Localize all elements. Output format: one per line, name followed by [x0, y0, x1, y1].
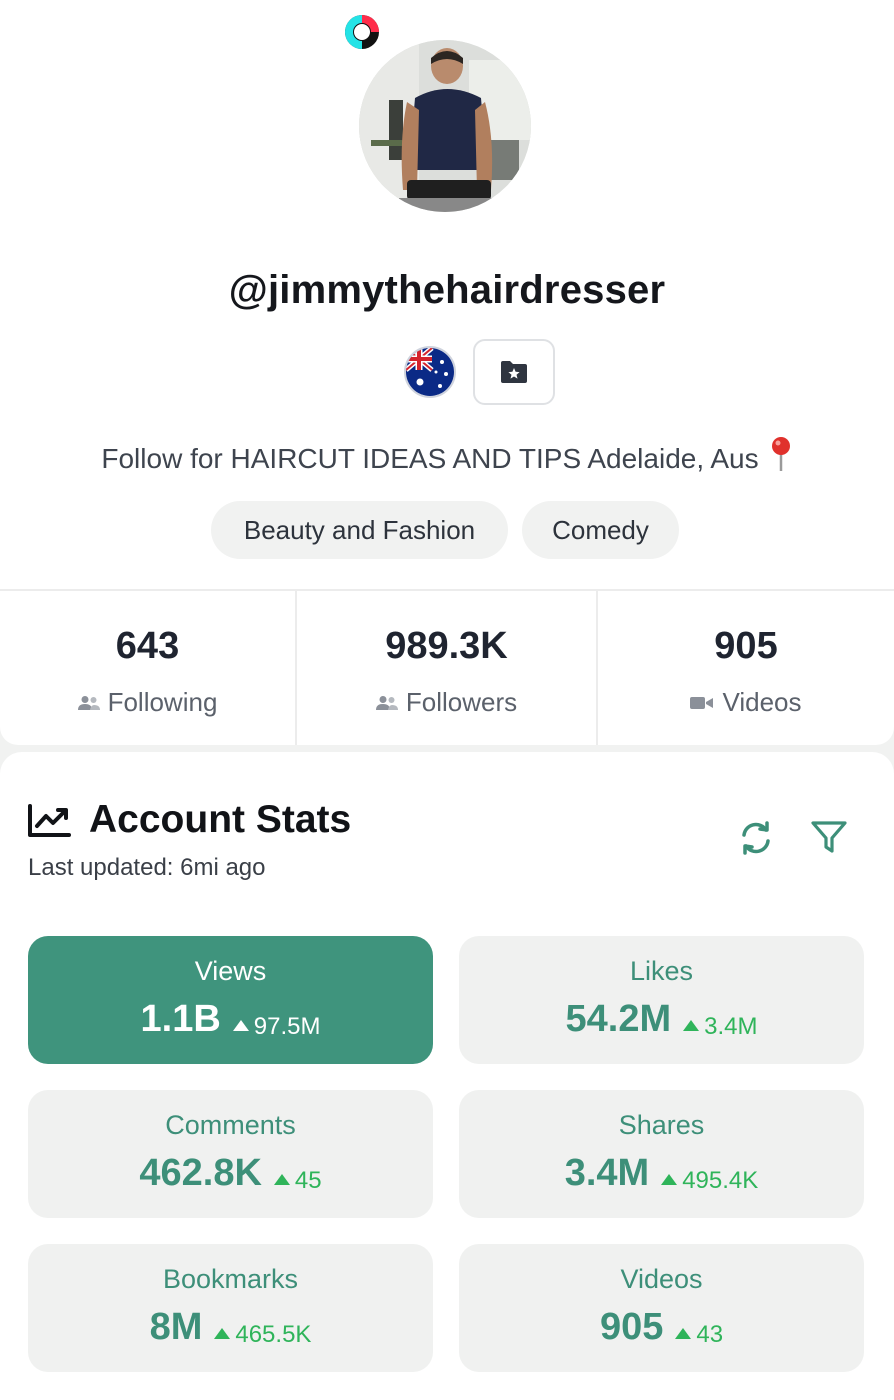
stat-tile-delta-value: 43 [696, 1320, 724, 1348]
stat-tile-bookmarks[interactable]: Bookmarks 8M 465.5K [28, 1244, 433, 1372]
videos-label: Videos [722, 687, 802, 717]
map-pin-icon [771, 437, 790, 471]
stat-tile-value: 8M [149, 1306, 203, 1348]
folder-star-icon [501, 361, 527, 383]
stat-tile-values: 462.8K 45 [28, 1152, 433, 1195]
stat-tile-value: 905 [599, 1306, 664, 1348]
stat-tile-shares[interactable]: Shares 3.4M 495.4K [459, 1090, 864, 1218]
stat-tile-delta-value: 45 [294, 1166, 322, 1194]
stat-tile-label: Likes [629, 956, 694, 986]
stat-tile-delta: 3.4M [683, 1013, 757, 1041]
increase-arrow-icon [273, 1174, 290, 1185]
stat-tile-delta-value: 3.4M [704, 1012, 758, 1040]
username: @jimmythehairdresser [228, 268, 666, 312]
australia-flag-icon [404, 346, 456, 398]
bio-text: Follow for HAIRCUT IDEAS AND TIPS Adelai… [101, 443, 759, 474]
people-icon [77, 695, 100, 710]
increase-arrow-icon [661, 1174, 678, 1185]
stat-tile-label: Views [194, 956, 267, 986]
following-label: Following [107, 687, 218, 717]
increase-arrow-icon [214, 1328, 231, 1339]
stat-tile-delta-value: 97.5M [253, 1012, 321, 1040]
stat-tile-values: 54.2M 3.4M [459, 998, 864, 1041]
videos-value: 905 [714, 625, 778, 667]
bio: Follow for HAIRCUT IDEAS AND TIPS Adelai… [0, 436, 894, 475]
account-stats-card: Account Stats Last updated: 6mi ago View… [0, 752, 894, 1400]
refresh-icon[interactable] [738, 820, 774, 856]
stat-tile-label: Bookmarks [162, 1264, 299, 1294]
followers-label: Followers [405, 687, 518, 717]
video-camera-icon [690, 696, 714, 709]
increase-arrow-icon [683, 1020, 700, 1031]
stat-tile-likes[interactable]: Likes 54.2M 3.4M [459, 936, 864, 1064]
following-value: 643 [115, 625, 180, 667]
stat-tile-videos[interactable]: Videos 905 43 [459, 1244, 864, 1372]
followers-count[interactable]: 989.3K Followers [295, 591, 596, 745]
stat-tile-delta: 465.5K [214, 1321, 311, 1349]
stat-tile-label: Comments [165, 1110, 296, 1140]
stat-tile-delta: 97.5M [232, 1012, 321, 1041]
stat-tile-values: 8M 465.5K [28, 1306, 433, 1349]
last-updated-text: Last updated: 6mi ago [28, 854, 266, 881]
filter-icon[interactable] [810, 818, 848, 856]
stat-tile-value: 54.2M [565, 998, 672, 1040]
category-tag-beauty-and-fashion[interactable]: Beauty and Fashion [211, 501, 508, 559]
following-count[interactable]: 643 Following [0, 591, 295, 745]
stat-tile-values: 3.4M 495.4K [459, 1152, 864, 1195]
profile-counts: 643 Following 989.3K Followers 905 Video… [0, 589, 894, 745]
videos-label-row: Videos [598, 687, 894, 718]
following-label-row: Following [0, 687, 295, 718]
stat-tile-delta: 43 [675, 1321, 723, 1349]
stat-tile-value: 1.1B [140, 998, 221, 1040]
stat-tile-delta-value: 495.4K [682, 1166, 759, 1194]
stat-tile-comments[interactable]: Comments 462.8K 45 [28, 1090, 433, 1218]
category-tag-comedy[interactable]: Comedy [522, 501, 679, 559]
stat-tile-delta: 45 [273, 1166, 322, 1195]
stat-tile-value: 3.4M [564, 1152, 650, 1194]
avatar[interactable] [359, 40, 531, 212]
stat-tile-views[interactable]: Views 1.1B 97.5M [28, 936, 433, 1064]
followers-label-row: Followers [297, 687, 596, 718]
stat-tile-values: 1.1B 97.5M [28, 998, 433, 1041]
people-icon [375, 695, 398, 710]
followers-value: 989.3K [385, 625, 508, 667]
increase-arrow-icon [675, 1328, 692, 1339]
profile-card: @jimmythehairdresser Follow for HAIRCUT … [0, 0, 894, 745]
stat-tile-values: 905 43 [459, 1306, 864, 1349]
account-stats-title: Account Stats [89, 798, 352, 841]
stat-tile-label: Videos [620, 1264, 703, 1294]
tiktok-ring-icon [345, 15, 379, 49]
profile-photo-image [359, 40, 531, 212]
videos-count[interactable]: 905 Videos [596, 591, 894, 745]
stat-tile-delta-value: 465.5K [235, 1320, 312, 1348]
stat-tile-delta: 495.4K [661, 1167, 758, 1195]
stat-tile-label: Shares [618, 1110, 705, 1140]
folder-star-button[interactable] [473, 339, 555, 405]
line-chart-icon [28, 804, 71, 837]
increase-arrow-icon [232, 1020, 249, 1031]
stat-tile-value: 462.8K [139, 1152, 262, 1194]
